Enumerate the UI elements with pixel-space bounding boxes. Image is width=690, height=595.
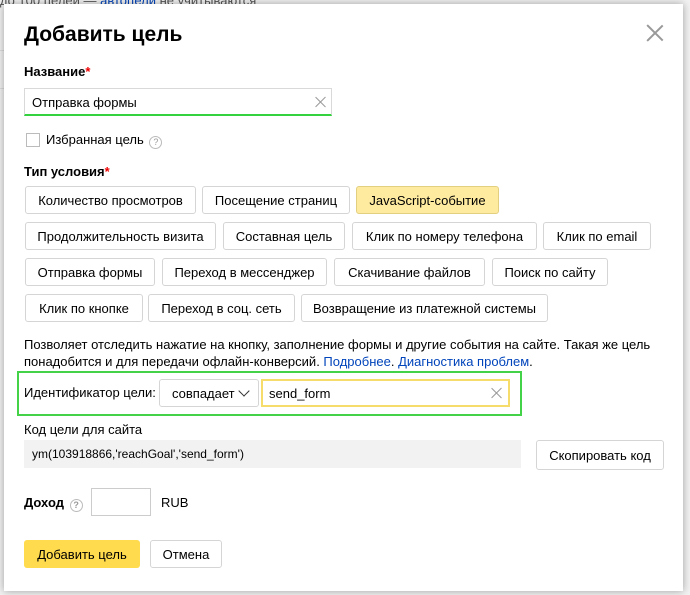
dialog-title: Добавить цель — [24, 23, 183, 46]
copy-code-button[interactable]: Скопировать код — [536, 440, 664, 470]
condition-type-duration[interactable]: Продолжительность визита — [25, 222, 216, 250]
currency-label: RUB — [161, 495, 189, 510]
condition-type-composite[interactable]: Составная цель — [223, 222, 345, 250]
condition-label: Тип условия* — [24, 164, 110, 179]
name-label: Название* — [24, 64, 91, 79]
goal-id-value: send_form — [269, 386, 331, 401]
condition-type-js-event[interactable]: JavaScript-событие — [356, 186, 499, 214]
match-mode-select[interactable]: совпадает — [159, 379, 259, 407]
condition-type-phone-click[interactable]: Клик по номеру телефона — [352, 222, 537, 250]
help-icon[interactable]: ? — [149, 136, 163, 149]
code-label: Код цели для сайта — [24, 422, 143, 437]
required-mark: * — [85, 64, 91, 79]
required-mark: * — [104, 164, 110, 179]
diagnostics-link[interactable]: Диагностика проблем — [398, 354, 529, 369]
cancel-button[interactable]: Отмена — [150, 540, 222, 568]
goal-id-label: Идентификатор цели: — [24, 385, 156, 400]
clear-icon[interactable] — [491, 387, 503, 399]
condition-type-form-submit[interactable]: Отправка формы — [25, 258, 155, 286]
income-input[interactable] — [91, 488, 151, 516]
add-goal-dialog: Добавить цель Название* Отправка формы И… — [4, 4, 683, 591]
goal-name-value: Отправка формы — [32, 95, 137, 110]
chevron-down-icon — [238, 385, 250, 397]
more-link[interactable]: Подробнее — [323, 354, 390, 369]
condition-type-views[interactable]: Количество просмотров — [25, 186, 196, 214]
close-icon[interactable] — [646, 24, 664, 42]
income-label: Доход ? — [24, 495, 83, 512]
condition-type-payment-return[interactable]: Возвращение из платежной системы — [301, 294, 548, 322]
code-snippet-box: ym(103918866,'reachGoal','send_form') — [24, 440, 521, 468]
condition-type-social[interactable]: Переход в соц. сеть — [148, 294, 295, 322]
match-mode-value: совпадает — [172, 386, 235, 401]
code-snippet: ym(103918866,'reachGoal','send_form') — [32, 447, 244, 461]
condition-type-button-click[interactable]: Клик по кнопке — [25, 294, 143, 322]
condition-description: Позволяет отследить нажатие на кнопку, з… — [24, 337, 651, 369]
clear-icon[interactable] — [315, 96, 327, 108]
condition-type-messenger[interactable]: Переход в мессенджер — [162, 258, 327, 286]
condition-type-site-search[interactable]: Поиск по сайту — [492, 258, 608, 286]
help-icon[interactable]: ? — [69, 499, 83, 512]
goal-id-input[interactable]: send_form — [261, 379, 510, 407]
goal-name-input[interactable]: Отправка формы — [24, 88, 332, 116]
add-goal-button[interactable]: Добавить цель — [24, 540, 140, 568]
condition-type-email-click[interactable]: Клик по email — [543, 222, 651, 250]
favorite-label: Избранная цель ? — [46, 132, 163, 149]
favorite-checkbox[interactable] — [26, 133, 40, 147]
condition-type-page-visit[interactable]: Посещение страниц — [202, 186, 350, 214]
condition-type-download[interactable]: Скачивание файлов — [334, 258, 485, 286]
